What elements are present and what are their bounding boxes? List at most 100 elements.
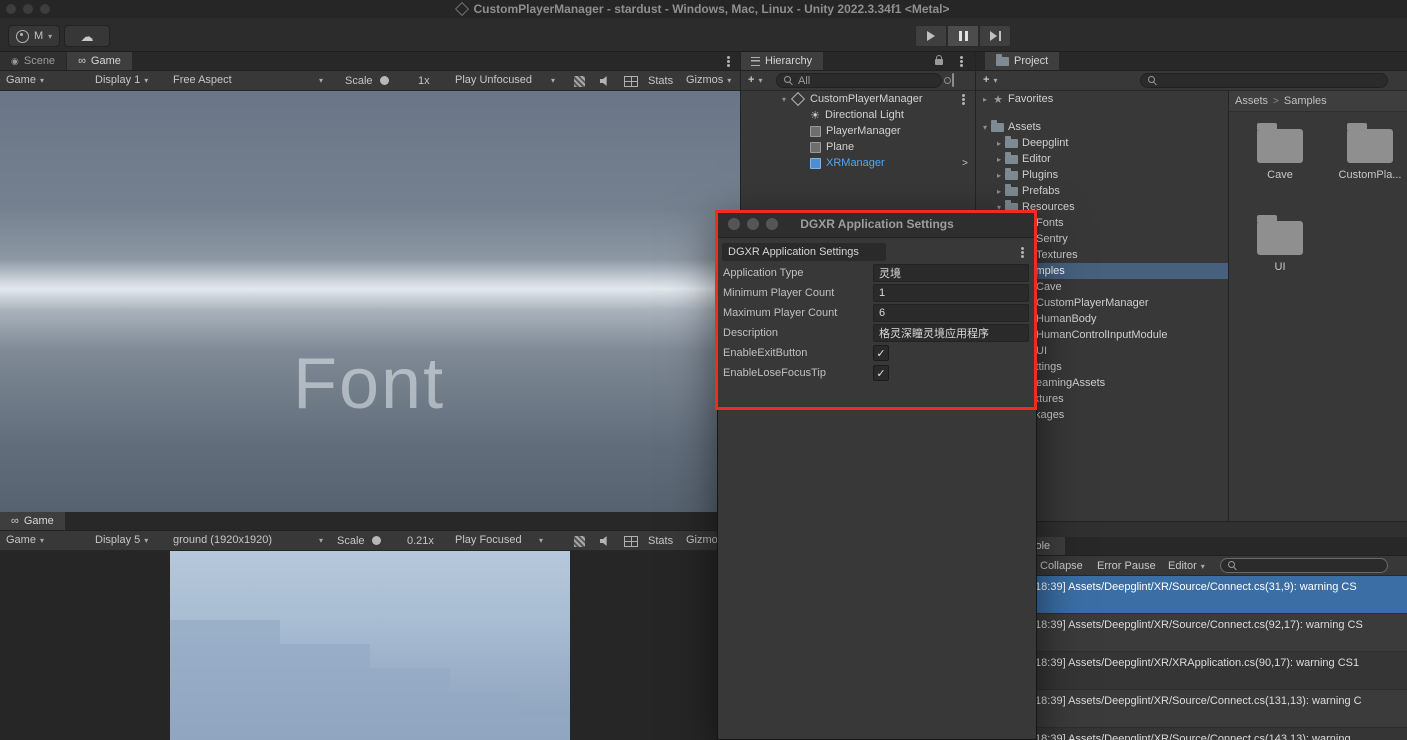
panel-divider[interactable] (1228, 91, 1229, 521)
tree-item[interactable]: ▸ Prefabs (975, 183, 1228, 199)
chevron-down-icon: ▾ (48, 31, 53, 41)
scene-tab-icon: ◉ (11, 55, 19, 66)
application-type-field[interactable]: 灵境 (873, 264, 1029, 282)
play-button[interactable] (915, 25, 947, 47)
window-controls (728, 218, 778, 230)
panel-menu-icon[interactable] (960, 55, 963, 68)
game-view-menu-dropdown[interactable]: Game (6, 74, 44, 86)
component-menu-icon[interactable] (1021, 246, 1024, 259)
hierarchy-search-input[interactable]: All (776, 73, 942, 88)
foldout-icon[interactable]: ▸ (993, 155, 1005, 164)
enable-exit-button-checkbox[interactable] (873, 345, 889, 361)
unity-editor-window: CustomPlayerManager - stardust - Windows… (0, 0, 1407, 740)
project-tabstrip: Project (975, 52, 1407, 71)
console-log-row[interactable]: [18:39] Assets/Deepglint/XR/XRApplicatio… (975, 652, 1407, 690)
hierarchy-item[interactable]: Plane (740, 139, 975, 155)
scale-label: Scale (345, 75, 373, 87)
console-log-row-selected[interactable]: [18:39] Assets/Deepglint/XR/Source/Conne… (975, 576, 1407, 614)
description-field[interactable]: 格灵深瞳灵境应用程序 (873, 324, 1029, 342)
foldout-icon[interactable]: ▸ (993, 187, 1005, 196)
asset-folder[interactable]: UI (1243, 211, 1317, 273)
console-log-row[interactable]: [18:39] Assets/Deepglint/XR/Source/Conne… (975, 690, 1407, 728)
asset-folder[interactable]: CustomPla... (1333, 119, 1407, 181)
tree-item[interactable]: ▸ Plugins (975, 167, 1228, 183)
display-dropdown[interactable]: Display 1 (95, 74, 148, 86)
maximize-window-icon[interactable] (766, 218, 778, 230)
scene-icon (790, 91, 806, 107)
breadcrumb-current[interactable]: Samples (1284, 95, 1327, 107)
foldout-icon[interactable]: ▸ (979, 95, 991, 104)
console-tabstrip: Console (975, 537, 1407, 556)
slider-knob[interactable] (372, 536, 381, 545)
project-search-input[interactable] (1140, 73, 1388, 88)
game-view-top[interactable]: Font (0, 91, 740, 512)
add-object-dropdown[interactable]: + (748, 74, 762, 86)
tab-project[interactable]: Project (985, 52, 1060, 70)
gizmos-dropdown[interactable]: Gizmos (686, 74, 731, 86)
console-search-input[interactable] (1220, 558, 1388, 573)
breadcrumb: Assets > Samples (1229, 91, 1407, 112)
grid-icon[interactable] (622, 533, 640, 549)
display-dropdown-2[interactable]: Display 5 (95, 534, 148, 546)
component-name[interactable]: DGXR Application Settings (722, 243, 886, 261)
console-log-row[interactable]: [18:39] Assets/Deepglint/XR/Source/Conne… (975, 728, 1407, 740)
inspector-field: EnableExitButton (718, 343, 1036, 363)
tree-item[interactable]: ▸ Editor (975, 151, 1228, 167)
close-window-icon[interactable] (728, 218, 740, 230)
tab-game[interactable]: ∞ Game (67, 52, 132, 70)
cloud-button[interactable]: ☁ (64, 25, 110, 47)
tree-item[interactable]: ▸ Deepglint (975, 135, 1228, 151)
mute-audio-icon[interactable] (596, 533, 614, 549)
stats-button-2[interactable]: Stats (648, 535, 673, 547)
focus-dropdown[interactable]: Play Unfocused (455, 74, 555, 86)
close-window-icon[interactable] (6, 4, 16, 14)
create-asset-dropdown[interactable]: + (983, 74, 997, 86)
foldout-icon[interactable]: ▾ (778, 95, 790, 104)
hierarchy-item[interactable]: ☀ Directional Light (740, 107, 975, 123)
tab-game-2[interactable]: ∞ Game (0, 512, 65, 530)
panel-menu-icon[interactable] (727, 55, 730, 68)
object-picker-icon[interactable] (952, 73, 954, 87)
collapse-toggle[interactable]: Collapse (1040, 560, 1083, 572)
slider-knob[interactable] (380, 76, 389, 85)
console-log-row[interactable]: [18:39] Assets/Deepglint/XR/Source/Conne… (975, 614, 1407, 652)
game-view-menu-dropdown-2[interactable]: Game (6, 534, 44, 546)
breadcrumb-root[interactable]: Assets (1235, 95, 1268, 107)
tree-item-favorites[interactable]: ▸ ★ Favorites (975, 91, 1228, 107)
checker-icon[interactable] (570, 73, 588, 89)
tab-hierarchy[interactable]: Hierarchy (740, 52, 824, 70)
chevron-right-icon[interactable]: > (962, 158, 968, 169)
hierarchy-item-selected[interactable]: XRManager > (740, 155, 975, 171)
asset-folder[interactable]: Cave (1243, 119, 1317, 181)
pause-button[interactable] (947, 25, 979, 47)
scale-value-2: 0.21x (407, 535, 434, 547)
min-player-count-field[interactable]: 1 (873, 284, 1029, 302)
maximize-window-icon[interactable] (40, 4, 50, 14)
tree-item-assets[interactable]: ▾ Assets (975, 119, 1228, 135)
focus-dropdown-2[interactable]: Play Focused (455, 534, 543, 546)
lock-icon[interactable] (935, 55, 943, 65)
account-button[interactable]: M ▾ (8, 25, 61, 47)
floating-window-titlebar[interactable]: DGXR Application Settings (718, 211, 1036, 238)
tab-scene[interactable]: ◉ Scene (0, 52, 67, 70)
error-pause-toggle[interactable]: Error Pause (1097, 560, 1156, 572)
stats-button[interactable]: Stats (648, 75, 673, 87)
scene-menu-icon[interactable] (962, 93, 965, 106)
mute-audio-icon[interactable] (596, 73, 614, 89)
max-player-count-field[interactable]: 6 (873, 304, 1029, 322)
checker-icon[interactable] (570, 533, 588, 549)
minimize-window-icon[interactable] (23, 4, 33, 14)
aspect-dropdown-2[interactable]: ground (1920x1920) (173, 534, 323, 546)
minimize-window-icon[interactable] (747, 218, 759, 230)
game-view-bottom[interactable] (170, 551, 570, 740)
foldout-icon[interactable]: ▸ (993, 171, 1005, 180)
hierarchy-scene-row[interactable]: ▾ CustomPlayerManager (740, 91, 975, 107)
step-button[interactable] (979, 25, 1011, 47)
enable-lose-focus-tip-checkbox[interactable] (873, 365, 889, 381)
grid-icon[interactable] (622, 73, 640, 89)
aspect-dropdown[interactable]: Free Aspect (173, 74, 323, 86)
foldout-icon[interactable]: ▾ (979, 123, 991, 132)
hierarchy-item[interactable]: PlayerManager (740, 123, 975, 139)
editor-dropdown[interactable]: Editor (1168, 560, 1205, 572)
foldout-icon[interactable]: ▸ (993, 139, 1005, 148)
